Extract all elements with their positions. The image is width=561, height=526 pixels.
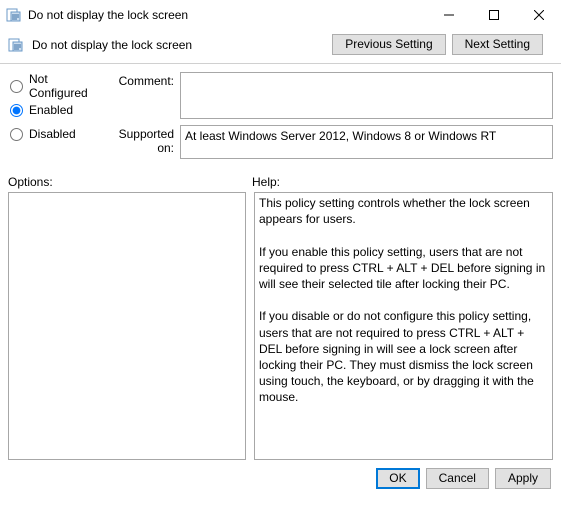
subheader: Do not display the lock screen Previous … [0,30,561,61]
radio-label: Not Configured [29,72,102,100]
maximize-button[interactable] [471,0,516,30]
titlebar: Do not display the lock screen [0,0,561,30]
options-label: Options: [8,175,252,189]
apply-button[interactable]: Apply [495,468,551,489]
lower-labels: Options: Help: [0,165,561,192]
policy-icon [8,37,24,53]
policy-name: Do not display the lock screen [32,38,332,52]
minimize-button[interactable] [426,0,471,30]
options-box [8,192,246,460]
window-title: Do not display the lock screen [28,8,426,22]
radio-label: Enabled [29,103,73,117]
next-setting-button[interactable]: Next Setting [452,34,543,55]
dialog-footer: OK Cancel Apply [0,460,561,497]
close-button[interactable] [516,0,561,30]
previous-setting-button[interactable]: Previous Setting [332,34,445,55]
state-radios: Not Configured Enabled Disabled [8,72,102,165]
help-box [254,192,553,460]
radio-disabled[interactable]: Disabled [8,122,102,146]
comment-label: Comment: [102,72,180,88]
settings-lower [0,192,561,460]
supported-on-text [180,125,553,159]
policy-icon [6,7,22,23]
radio-enabled-input[interactable] [10,104,23,117]
fields: Comment: Supported on: [102,72,553,165]
comment-input[interactable] [180,72,553,119]
supported-on-label: Supported on: [102,125,180,155]
cancel-button[interactable]: Cancel [426,468,489,489]
settings-upper: Not Configured Enabled Disabled Comment:… [0,72,561,165]
radio-not-configured-input[interactable] [10,80,23,93]
separator [0,63,561,64]
radio-not-configured[interactable]: Not Configured [8,74,102,98]
radio-disabled-input[interactable] [10,128,23,141]
radio-label: Disabled [29,127,76,141]
help-label: Help: [252,175,553,189]
ok-button[interactable]: OK [376,468,419,489]
window-controls [426,0,561,30]
radio-enabled[interactable]: Enabled [8,98,102,122]
